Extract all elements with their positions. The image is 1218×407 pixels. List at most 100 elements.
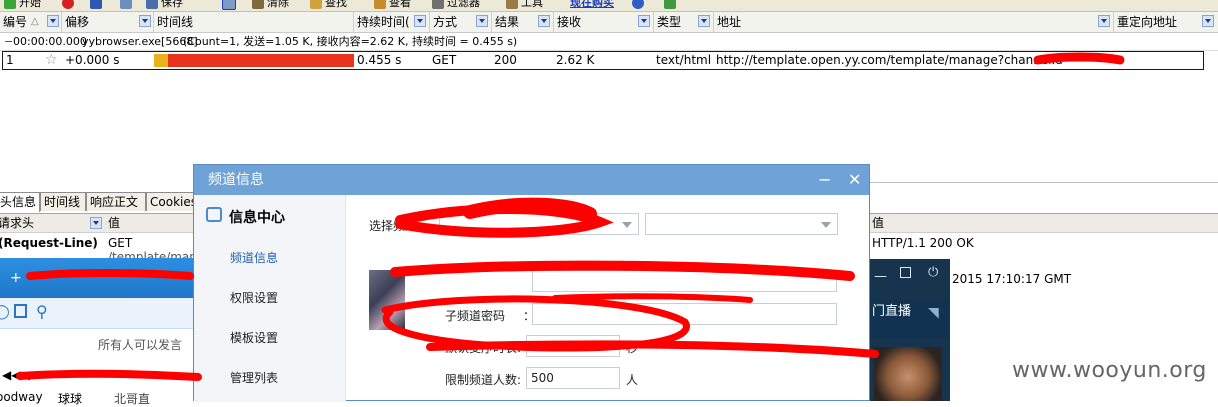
col-method[interactable]: 方式 xyxy=(430,12,492,32)
close-icon[interactable]: ✕ xyxy=(848,165,861,195)
channel-name-input[interactable] xyxy=(532,270,837,292)
help-button[interactable] xyxy=(632,0,647,10)
pause-icon xyxy=(90,0,102,9)
col-received-dropdown-icon[interactable] xyxy=(638,15,650,27)
capture-button[interactable] xyxy=(222,0,239,10)
find-button[interactable]: 查找 xyxy=(310,0,347,10)
nav-permission-settings[interactable]: 权限设置 xyxy=(230,289,278,306)
col-url[interactable]: 地址 xyxy=(714,12,1114,32)
mic-duration-input[interactable] xyxy=(526,335,620,357)
request-type: text/html xyxy=(656,53,712,67)
select-channel-label: 选择频道： xyxy=(369,219,430,233)
copy-icon xyxy=(120,0,132,9)
chat-user-name[interactable]: oodway xyxy=(0,390,43,404)
corner-arrow-icon[interactable]: ◥ xyxy=(928,305,939,321)
col-redirect-dropdown-icon[interactable] xyxy=(1202,15,1214,27)
stop-icon xyxy=(62,0,74,9)
streamer-thumbnail[interactable] xyxy=(874,347,942,401)
clear-button[interactable]: 清除 xyxy=(252,0,289,10)
stop-button[interactable] xyxy=(62,0,77,10)
star-icon[interactable]: ☆ xyxy=(45,52,58,69)
col-offset-dropdown-icon[interactable] xyxy=(139,15,151,27)
col-redirect[interactable]: 重定向地址 xyxy=(1114,12,1218,32)
panel-divider xyxy=(870,182,1218,183)
request-received: 2.62 K xyxy=(556,53,595,67)
detail-tabs: 头信息 时间线 响应正文 Cookies xyxy=(0,192,197,212)
col-result[interactable]: 结果 xyxy=(492,12,554,32)
col-received[interactable]: 接收 xyxy=(554,12,654,32)
notes-icon[interactable] xyxy=(14,304,27,318)
request-row[interactable]: 1 ☆ +0.000 s 0.455 s GET 200 2.62 K text… xyxy=(2,51,1204,70)
channel-avatar[interactable] xyxy=(369,270,405,330)
header-value-col: 值 xyxy=(108,216,121,230)
tab-cookies[interactable]: Cookies xyxy=(146,192,197,211)
filter-icon xyxy=(432,0,444,9)
timeline-receive-segment xyxy=(168,54,354,67)
chat-user-name-2[interactable]: 球球 xyxy=(58,390,82,407)
channel-limit-label: 限制频道人数: xyxy=(445,373,522,387)
subchannel-select[interactable] xyxy=(645,213,838,235)
tab-response-body[interactable]: 响应正文 xyxy=(86,192,146,211)
view-button[interactable]: 查看 xyxy=(374,0,411,10)
session-summary-row[interactable]: − 00:00:00.000 yybrowser.exe[5668] (Coun… xyxy=(0,33,1218,50)
col-type[interactable]: 类型 xyxy=(654,12,714,32)
request-offset: +0.000 s xyxy=(65,53,120,67)
col-duration-dropdown-icon[interactable] xyxy=(414,15,426,27)
col-id[interactable]: 编号 △ xyxy=(0,12,62,32)
session-summary: (Count=1, 发送=1.05 K, 接收内容=2.62 K, 持续时间 =… xyxy=(183,35,518,48)
minimize-icon[interactable]: − xyxy=(818,165,831,195)
request-duration: 0.455 s xyxy=(357,53,402,67)
capture-icon xyxy=(222,0,236,10)
save-button[interactable]: 保存 xyxy=(146,0,183,10)
col-url-dropdown-icon[interactable] xyxy=(1098,15,1110,27)
filter-button[interactable]: 过滤器 xyxy=(432,0,480,10)
nav-admin-list[interactable]: 管理列表 xyxy=(230,369,278,386)
header-name-dropdown-icon[interactable] xyxy=(90,217,102,229)
channel-select[interactable] xyxy=(439,213,639,235)
start-button[interactable]: 开始 xyxy=(4,0,41,10)
chat-user-name-3[interactable]: 北哥直 xyxy=(114,390,150,407)
col-id-dropdown-icon[interactable] xyxy=(47,15,59,27)
minimize-icon[interactable]: — xyxy=(874,269,887,284)
tab-headers[interactable]: 头信息 xyxy=(0,192,40,212)
col-timeline[interactable]: 时间线 xyxy=(154,12,354,32)
pause-button[interactable] xyxy=(90,0,105,10)
nav-template-settings[interactable]: 模板设置 xyxy=(230,329,278,346)
power-icon[interactable]: ⏻ xyxy=(928,265,938,280)
request-result: 200 xyxy=(494,53,517,67)
find-icon xyxy=(310,0,322,9)
collapse-icon[interactable]: − xyxy=(4,33,13,50)
search-icon[interactable]: ⚲ xyxy=(36,302,48,321)
maximize-icon[interactable] xyxy=(900,267,911,278)
sidebar-title: 信息中心 xyxy=(229,210,285,226)
channel-limit-input[interactable] xyxy=(526,367,620,389)
buy-button[interactable] xyxy=(664,0,679,10)
nav-channel-info[interactable]: 频道信息 xyxy=(230,249,278,266)
tools-button[interactable]: 工具 xyxy=(506,0,543,10)
col-duration[interactable]: 持续时间( xyxy=(354,12,430,32)
start-icon xyxy=(4,0,16,9)
copy-button[interactable] xyxy=(120,0,135,10)
buy-icon xyxy=(664,0,676,9)
tab-timeline[interactable]: 时间线 xyxy=(40,192,86,211)
col-result-dropdown-icon[interactable] xyxy=(538,15,550,27)
col-offset[interactable]: 偏移 xyxy=(62,12,154,32)
buy-now-link[interactable]: 现在购买 xyxy=(570,0,614,10)
request-method: GET xyxy=(432,53,457,67)
col-method-dropdown-icon[interactable] xyxy=(476,15,488,27)
session-time: 00:00:00.000 xyxy=(13,35,87,48)
dialog-title: 频道信息 xyxy=(208,172,264,188)
dialog-titlebar: 频道信息 − ✕ xyxy=(194,165,869,195)
chat-notice: 所有人可以发言 xyxy=(98,338,183,352)
col-type-dropdown-icon[interactable] xyxy=(698,15,710,27)
request-url[interactable]: http://template.open.yy.com/template/man… xyxy=(716,52,1063,69)
chat-back-icon[interactable]: ◀◀◀ xyxy=(2,368,30,382)
clear-icon xyxy=(252,0,264,9)
refresh-icon[interactable]: ◯ xyxy=(0,304,10,320)
mic-duration-unit: 秒 xyxy=(626,341,639,355)
chat-list: 所有人可以发言 ◀◀◀ oodway 球球 北哥直 xyxy=(0,330,195,406)
sniffer-toolbar: 开始 保存 清除 查找 查看 过滤器 工具 现在购买 xyxy=(0,0,1218,12)
subchannel-password-input[interactable] xyxy=(532,303,837,325)
add-icon[interactable]: + xyxy=(10,270,22,286)
channel-limit-unit: 人 xyxy=(626,373,639,387)
